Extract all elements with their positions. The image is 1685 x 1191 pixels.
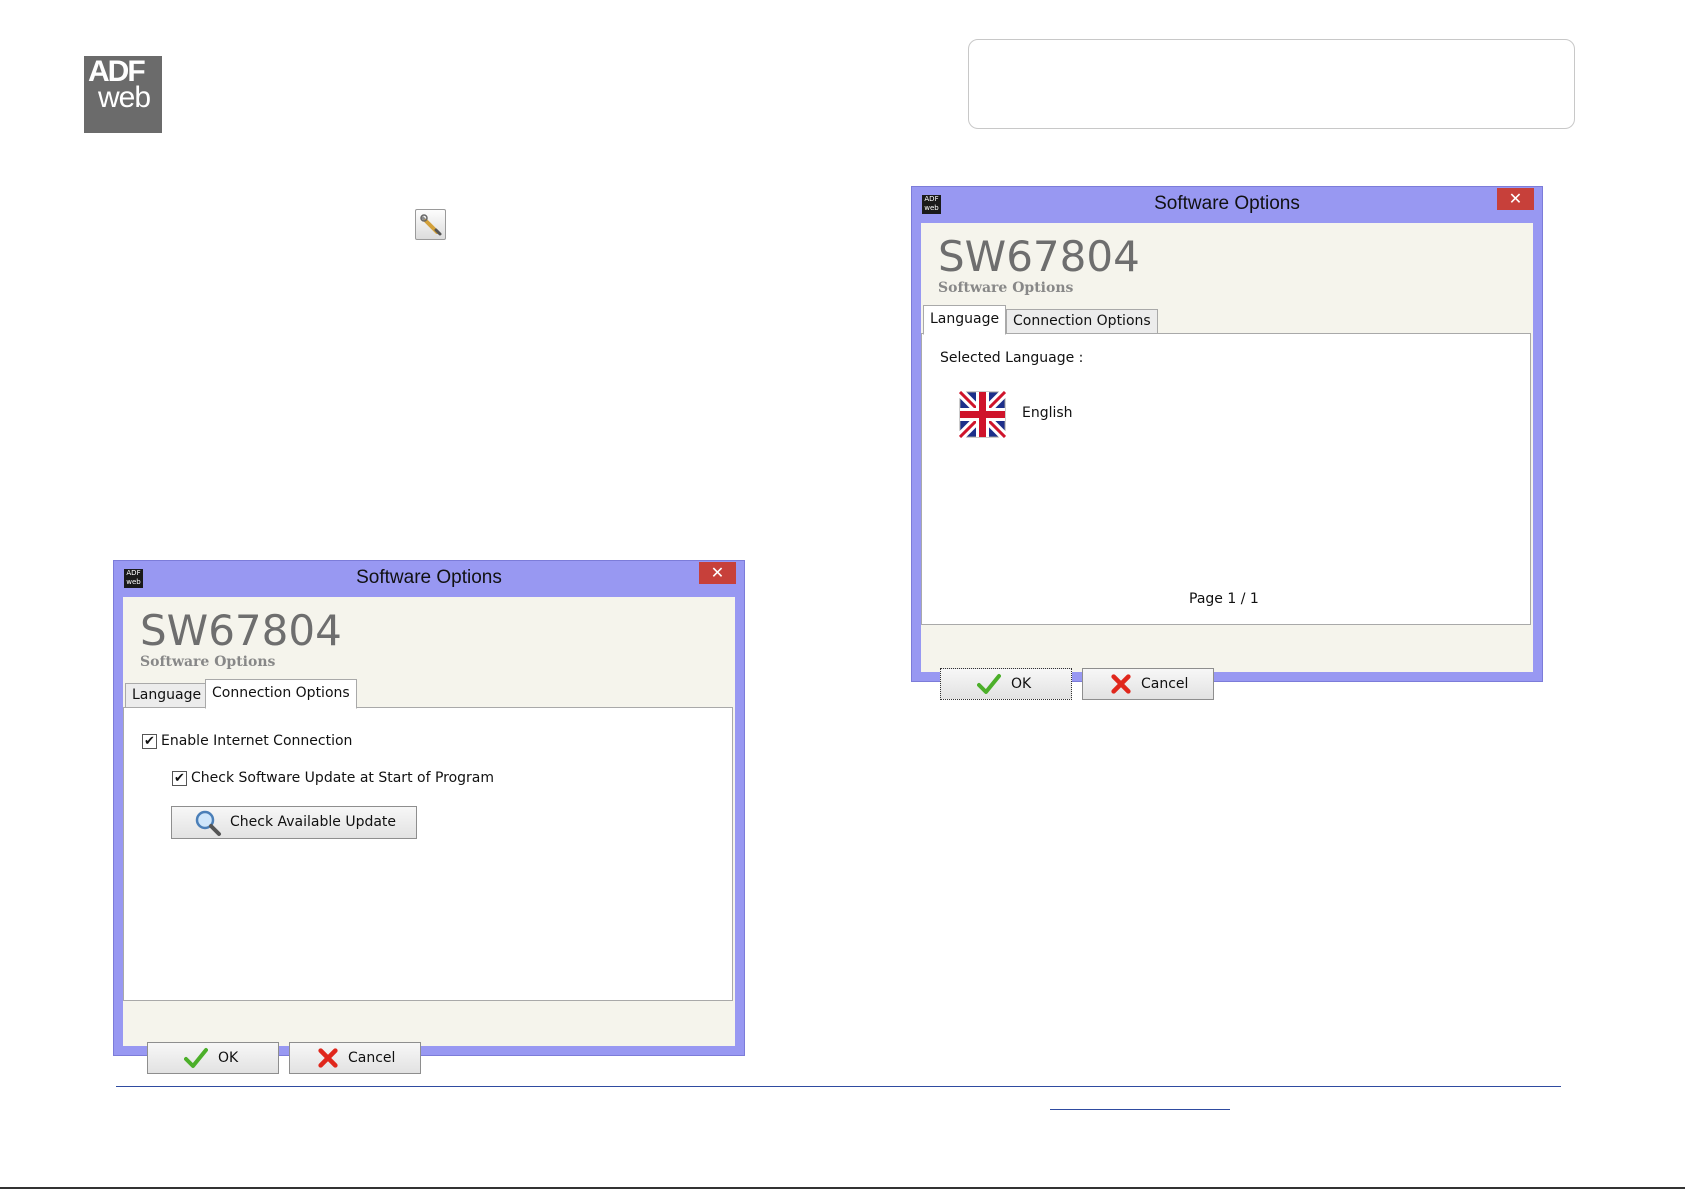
selected-language-label: Selected Language : [940, 350, 1084, 366]
logo-text-bottom: web [98, 81, 151, 114]
enable-internet-label: Enable Internet Connection [161, 733, 353, 749]
window-title: Software Options [356, 567, 502, 588]
red-x-icon [1111, 674, 1131, 694]
tab-panel-language: Selected Language : English Page 1 / 1 [921, 333, 1531, 625]
magnifier-icon [195, 810, 221, 836]
enable-internet-checkbox[interactable]: ✔ [142, 734, 157, 749]
checkmark-icon [977, 674, 1001, 694]
ok-button-label: OK [1011, 676, 1032, 692]
cancel-button[interactable]: Cancel [289, 1042, 421, 1074]
close-button[interactable]: ✕ [699, 562, 736, 584]
window-client-area: SW67804 Software Options Language Connec… [123, 597, 735, 1074]
tab-connection-options[interactable]: Connection Options [1006, 309, 1158, 334]
tab-language[interactable]: Language [125, 683, 209, 708]
window-client-area: SW67804 Software Options Language Connec… [921, 223, 1533, 700]
close-button[interactable]: ✕ [1497, 188, 1534, 210]
footer-divider [116, 1086, 1561, 1087]
wrench-icon[interactable] [415, 209, 446, 240]
uk-flag-icon[interactable] [959, 391, 1006, 438]
tab-panel-connection: ✔ Enable Internet Connection ✔ Check Sof… [123, 707, 733, 1001]
tab-language[interactable]: Language [923, 305, 1007, 335]
checkmark-icon [184, 1048, 208, 1068]
footer-link-underline[interactable] [1050, 1109, 1230, 1110]
software-options-window-connection: ADF web Software Options ✕ SW67804 Softw… [113, 560, 745, 1074]
product-subtitle: Software Options [938, 280, 1074, 296]
cancel-button[interactable]: Cancel [1082, 668, 1214, 700]
product-code: SW67804 [938, 232, 1140, 281]
product-subtitle: Software Options [140, 654, 276, 670]
window-title: Software Options [1154, 193, 1300, 214]
product-code: SW67804 [140, 606, 342, 655]
pagination-text: Page 1 / 1 [1189, 591, 1259, 607]
check-update-at-start-label: Check Software Update at Start of Progra… [191, 770, 495, 786]
check-update-at-start-checkbox[interactable]: ✔ [172, 771, 187, 786]
page-bottom-border [0, 1187, 1685, 1189]
red-x-icon [318, 1048, 338, 1068]
header-info-box [968, 39, 1575, 129]
check-available-update-label: Check Available Update [230, 814, 397, 830]
tab-connection-options[interactable]: Connection Options [205, 679, 357, 709]
check-available-update-button[interactable]: Check Available Update [171, 806, 417, 839]
ok-button[interactable]: OK [147, 1042, 279, 1074]
software-options-window-language: ADF web Software Options ✕ SW67804 Softw… [911, 186, 1543, 700]
ok-button[interactable]: OK [940, 668, 1072, 700]
language-name[interactable]: English [1022, 405, 1073, 421]
ok-button-label: OK [218, 1050, 239, 1066]
cancel-button-label: Cancel [1141, 676, 1189, 692]
adfweb-logo: ADF web [84, 55, 162, 133]
cancel-button-label: Cancel [348, 1050, 396, 1066]
